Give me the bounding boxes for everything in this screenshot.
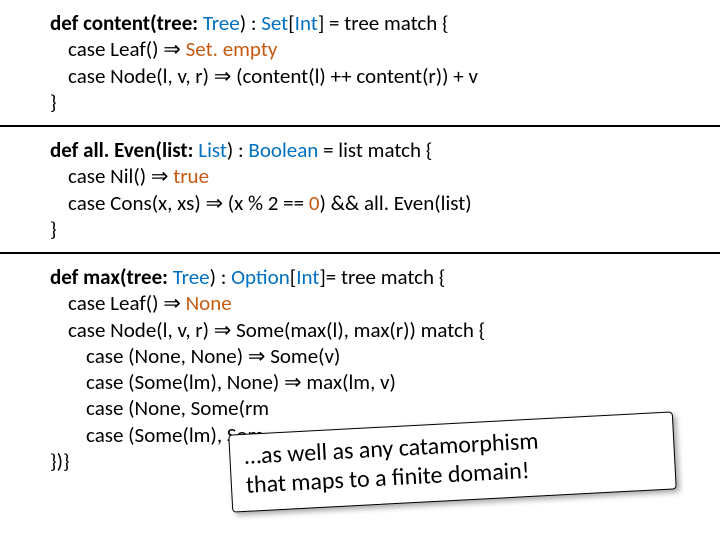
kw-def: def max(tree: [50,264,173,290]
code-line: def max(tree: Tree) : Option[Int]= tree … [50,264,720,290]
type-tree: Tree [173,264,210,290]
type-option: Option [231,264,290,290]
code-line: case Nil() ⇒ true [50,163,720,189]
text: ]= tree match { [319,264,445,290]
type-list: List [198,137,227,163]
code-line: case Node(l, v, r) ⇒ (content(l) ++ cont… [50,63,720,89]
code-line: case (None, None) ⇒ Some(v) [50,343,720,369]
code-line: } [50,216,720,242]
code-line: case Cons(x, xs) ⇒ (x % 2 == 0) && all. … [50,190,720,216]
text: ) : [210,264,231,290]
text: ] = tree match { [318,10,449,36]
text: case Nil() ⇒ [68,163,173,189]
code-line: case (Some(lm), None) ⇒ max(lm, v) [50,369,720,395]
text: = list match { [318,137,432,163]
code-line: case Leaf() ⇒ Set. empty [50,36,720,62]
code-line: } [50,89,720,115]
code-block-alleven: def all. Even(list: List) : Boolean = li… [0,127,720,254]
type-int: Int [296,264,319,290]
literal: true [173,163,209,189]
code-block-content: def content(tree: Tree) : Set[Int] = tre… [0,0,720,127]
type-int: Int [295,10,318,36]
kw-def: def all. Even(list: [50,137,198,163]
literal: Set. empty [186,36,278,62]
text: ) && all. Even(list) [319,190,471,216]
code-line: def content(tree: Tree) : Set[Int] = tre… [50,10,720,36]
type-set: Set [261,10,288,36]
literal: 0 [309,190,320,216]
kw-def: def content(tree: [50,10,203,36]
type-tree: Tree [203,10,240,36]
code-line: case Leaf() ⇒ None [50,290,720,316]
type-boolean: Boolean [248,137,318,163]
text: case Leaf() ⇒ [68,36,186,62]
literal: None [186,290,232,316]
text: ) : [227,137,248,163]
code-line: def all. Even(list: List) : Boolean = li… [50,137,720,163]
text: case Cons(x, xs) ⇒ (x % 2 == [68,190,309,216]
text: case Leaf() ⇒ [68,290,186,316]
text: ) : [240,10,261,36]
code-line: case Node(l, v, r) ⇒ Some(max(l), max(r)… [50,317,720,343]
